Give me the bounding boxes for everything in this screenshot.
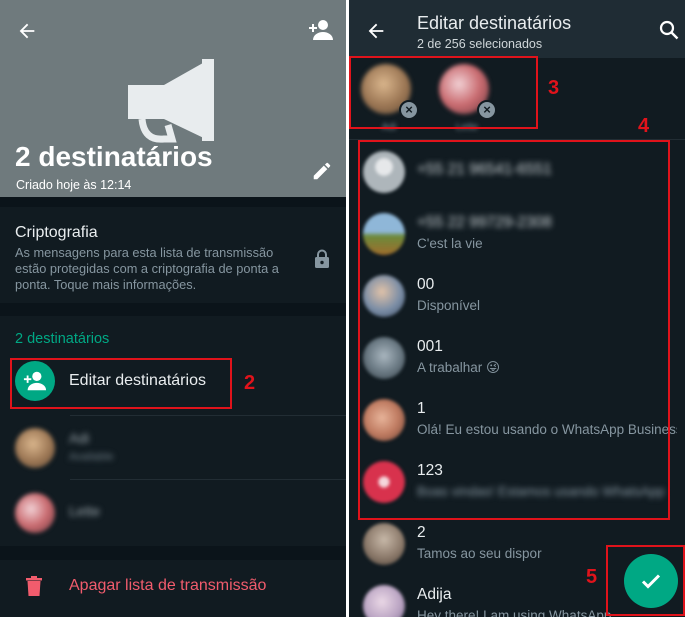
recipients-count: 2 destinatários: [15, 331, 110, 347]
broadcast-title: 2 destinatários: [15, 141, 213, 172]
back-arrow-icon[interactable]: [365, 20, 387, 42]
top-bar: Editar destinatários 2 de 256 selecionad…: [349, 0, 685, 58]
delete-broadcast-button[interactable]: Apagar lista de transmissão: [0, 560, 346, 617]
annotation-box: [10, 358, 232, 409]
divider: [70, 479, 346, 480]
contact-name: 2: [417, 524, 426, 541]
divider: [70, 415, 346, 416]
member-row[interactable]: Adi Available: [0, 418, 346, 478]
selection-count: 2 de 256 selecionados: [417, 37, 543, 51]
broadcast-header: 2 destinatários Criado hoje às 12:14: [0, 0, 346, 197]
annotation-box: [349, 56, 538, 129]
search-icon[interactable]: [659, 20, 679, 40]
member-name: Adi: [69, 430, 90, 446]
broadcast-info-panel: 2 destinatários Criado hoje às 12:14 Cri…: [0, 0, 346, 617]
annotation-number: 4: [638, 115, 650, 137]
encryption-section[interactable]: Criptografia As mensagens para esta list…: [0, 207, 346, 303]
annotation-box: [606, 545, 685, 616]
recipients-section: 2 destinatários Editar destinatários Adi…: [0, 316, 346, 546]
annotation-number: 3: [548, 77, 560, 99]
member-row[interactable]: Lette: [0, 483, 346, 543]
annotation-number: 5: [586, 566, 598, 588]
lock-icon: [315, 249, 329, 268]
encryption-text: As mensagens para esta lista de transmis…: [15, 245, 279, 292]
avatar: [363, 523, 405, 565]
pencil-edit-icon[interactable]: [311, 160, 333, 182]
add-person-icon[interactable]: [308, 18, 334, 42]
contact-name: Adija: [417, 586, 452, 603]
avatar: [15, 493, 55, 533]
annotation-number: 2: [244, 372, 256, 394]
broadcast-created-time: Criado hoje às 12:14: [16, 178, 132, 192]
member-name: Lette: [69, 503, 101, 519]
member-status: Available: [69, 451, 114, 463]
trash-icon: [26, 576, 42, 596]
avatar: [15, 428, 55, 468]
megaphone-icon: [128, 59, 214, 143]
page-title: Editar destinatários: [417, 13, 572, 33]
avatar: [363, 585, 405, 617]
delete-broadcast-label: Apagar lista de transmissão: [69, 577, 267, 594]
annotation-box: [358, 140, 670, 520]
encryption-heading: Criptografia: [15, 224, 98, 241]
screenshot: 2 destinatários Criado hoje às 12:14 Cri…: [0, 0, 685, 617]
back-arrow-icon[interactable]: [16, 20, 38, 42]
